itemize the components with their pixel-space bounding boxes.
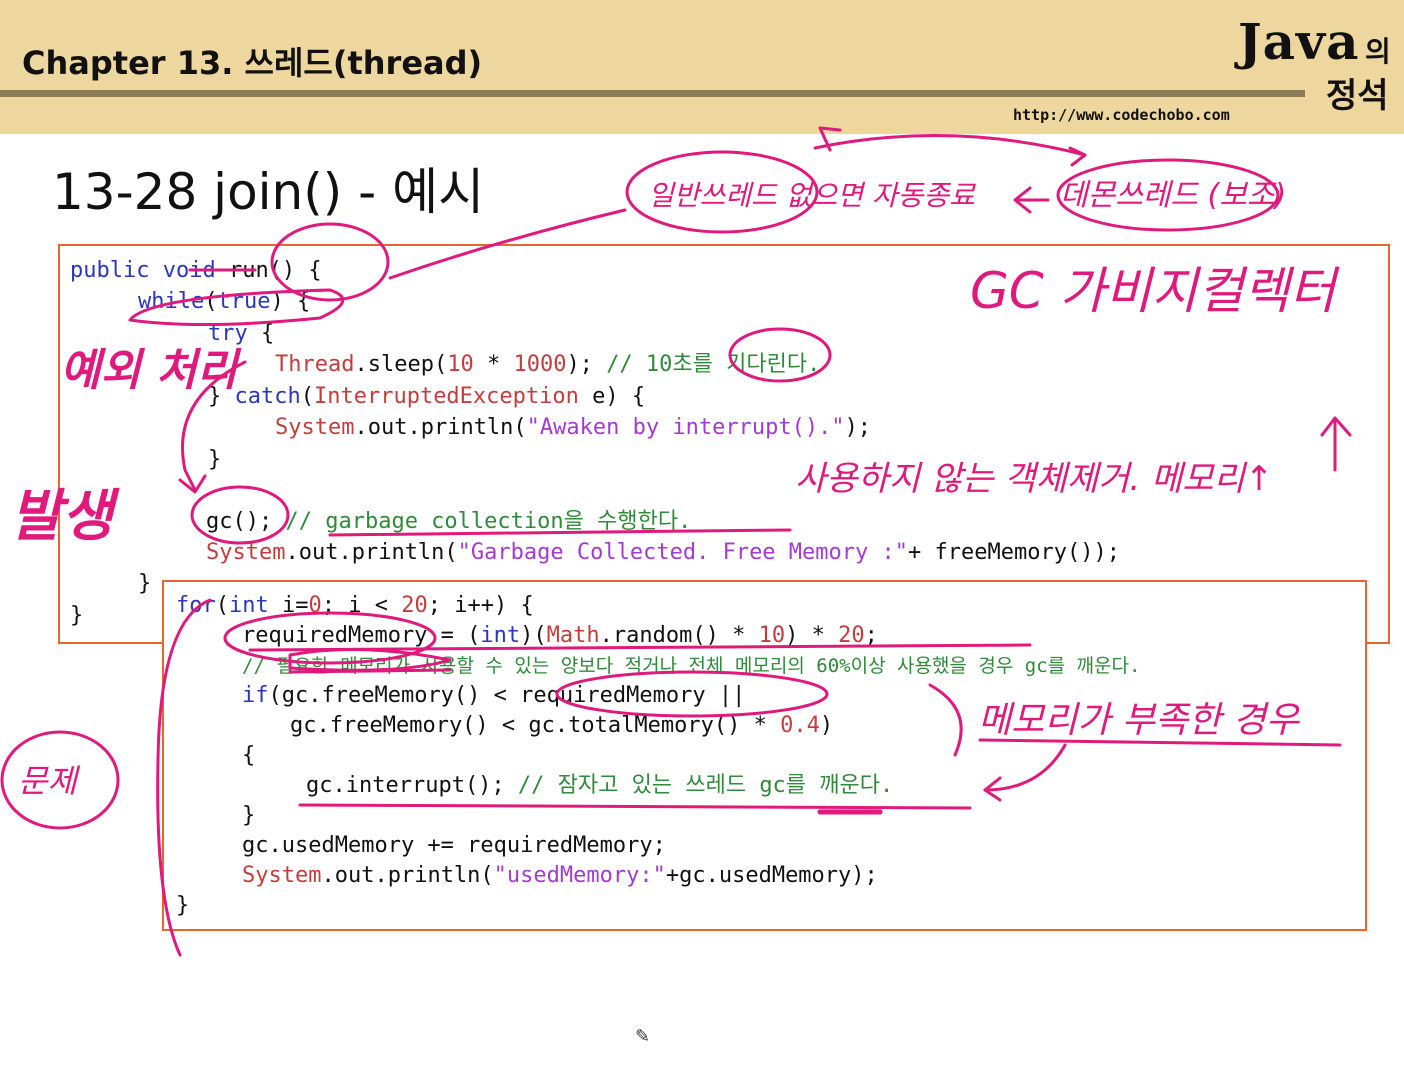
comment: // 필요한 메모리가 사용할 수 있는 양보다 적거나 전체 메모리의 60%…: [242, 655, 1141, 677]
code-line: System.out.println("usedMemory:"+gc.used…: [242, 863, 878, 889]
comment: // 10초를 기다린다.: [606, 352, 821, 377]
code-text: .random() *: [599, 623, 759, 648]
code-line: }: [138, 571, 152, 596]
code-text: ) {: [270, 289, 311, 314]
number: 0.4: [780, 713, 820, 738]
keyword: int: [480, 623, 521, 648]
ink-arrow: [1068, 146, 1087, 167]
code-line: gc(); // garbage collection을 수행한다.: [206, 509, 691, 535]
ink-circle: [1056, 158, 1280, 232]
code-text: (gc.freeMemory() < requiredMemory ||: [268, 683, 746, 708]
keyword: public void: [70, 258, 216, 283]
code-text: .out.println(: [285, 540, 458, 565]
ink-arrow: [1013, 186, 1050, 214]
number: 10: [758, 623, 786, 648]
number: 0: [308, 593, 322, 618]
number: 20: [838, 623, 865, 648]
keyword: if: [242, 683, 269, 708]
code-line: if(gc.freeMemory() < requiredMemory ||: [242, 683, 745, 709]
keyword: try: [208, 321, 248, 346]
code-text: + freeMemory());: [908, 540, 1120, 565]
ink-circle: [625, 150, 819, 234]
string-literal: "Garbage Collected. Free Memory :": [457, 540, 909, 565]
code-text: (: [300, 384, 314, 409]
code-text: .out.println(: [354, 415, 527, 440]
code-line: }: [242, 803, 256, 828]
site-url: http://www.codechobo.com: [1013, 106, 1230, 124]
code-text: run() {: [215, 258, 322, 283]
keyword: int: [229, 593, 269, 618]
class-name: Math: [546, 623, 600, 648]
class-name: System: [275, 415, 355, 440]
code-line: {: [242, 743, 256, 768]
ink-circle: [0, 730, 120, 830]
code-text: e) {: [578, 384, 646, 409]
code-text: (: [215, 593, 229, 618]
number: 1000: [513, 352, 567, 377]
java-logo: Java: [1238, 12, 1360, 71]
class-name: System: [242, 863, 322, 888]
code-line: }: [70, 603, 84, 628]
code-text: ;: [864, 623, 878, 648]
ink-note: 데몬쓰레드 (보조): [1060, 178, 1286, 213]
code-text: *: [473, 352, 514, 377]
code-line: gc.freeMemory() < gc.totalMemory() * 0.4…: [290, 713, 833, 739]
code-line: gc.usedMemory += requiredMemory;: [242, 833, 666, 858]
code-text: gc.freeMemory() < gc.totalMemory() *: [290, 713, 781, 738]
code-text: );: [844, 415, 872, 440]
code-line: }: [176, 893, 190, 918]
code-text: }: [208, 384, 235, 409]
code-line: gc.interrupt(); // 잠자고 있는 쓰레드 gc를 깨운다.: [306, 773, 893, 799]
code-text: .sleep(: [354, 352, 448, 377]
code-line: while(true) {: [138, 289, 310, 315]
code-text: );: [566, 352, 607, 377]
header-bar: Chapter 13. 쓰레드(thread) Java 의 정석 http:/…: [0, 0, 1404, 134]
logo-suffix: 의: [1365, 35, 1391, 68]
code-text: +gc.usedMemory);: [665, 863, 878, 888]
ink-note: 문제: [18, 762, 80, 800]
keyword: while: [138, 289, 205, 314]
keyword: for: [176, 593, 216, 618]
code-text: requiredMemory = (: [242, 623, 481, 648]
code-text: ; i++) {: [427, 593, 534, 618]
keyword: true: [217, 289, 271, 314]
comment: // 잠자고 있는 쓰레드 gc를 깨운다.: [517, 773, 894, 798]
code-text: gc.interrupt();: [306, 773, 518, 798]
code-line: try {: [208, 321, 274, 347]
string-literal: "Awaken by interrupt().": [526, 415, 845, 440]
code-text: ): [819, 713, 834, 738]
ink-arrow: [813, 134, 1087, 157]
code-text: ) *: [785, 623, 839, 648]
chapter-title: Chapter 13. 쓰레드(thread): [22, 44, 483, 82]
code-line: public void run() {: [70, 258, 322, 284]
code-line: for(int i=0; i < 20; i++) {: [176, 593, 534, 619]
code-text: gc();: [206, 509, 286, 534]
code-text: .out.println(: [321, 863, 494, 888]
code-line: } catch(InterruptedException e) {: [208, 384, 645, 410]
code-text: ; i <: [321, 593, 402, 618]
code-line: // 필요한 메모리가 사용할 수 있는 양보다 적거나 전체 메모리의 60%…: [242, 653, 1140, 679]
code-text: i=: [268, 593, 309, 618]
slide-title: 13-28 join() - 예시: [52, 163, 485, 221]
code-line: System.out.println("Garbage Collected. F…: [206, 540, 1120, 566]
code-text: )(: [520, 623, 547, 648]
keyword: catch: [234, 384, 301, 409]
code-text: (: [204, 289, 218, 314]
code-line: Thread.sleep(10 * 1000); // 10초를 기다린다.: [275, 352, 820, 378]
pen-cursor-icon: ✎: [635, 1026, 651, 1047]
code-line: }: [208, 447, 222, 472]
code-line: requiredMemory = (int)(Math.random() * 1…: [242, 623, 878, 649]
class-name: System: [206, 540, 286, 565]
code-text: {: [247, 321, 275, 346]
number: 10: [447, 352, 474, 377]
number: 20: [401, 593, 428, 618]
header-divider: [0, 90, 1305, 97]
class-name: Thread: [275, 352, 355, 377]
code-line: System.out.println("Awaken by interrupt(…: [275, 415, 871, 441]
comment: // garbage collection을 수행한다.: [285, 509, 692, 534]
ink-note: 일반쓰레드 없으면 자동종료: [648, 179, 976, 212]
logo-subtitle: 정석: [1326, 76, 1389, 116]
class-name: InterruptedException: [313, 384, 579, 409]
string-literal: "usedMemory:": [493, 863, 666, 888]
